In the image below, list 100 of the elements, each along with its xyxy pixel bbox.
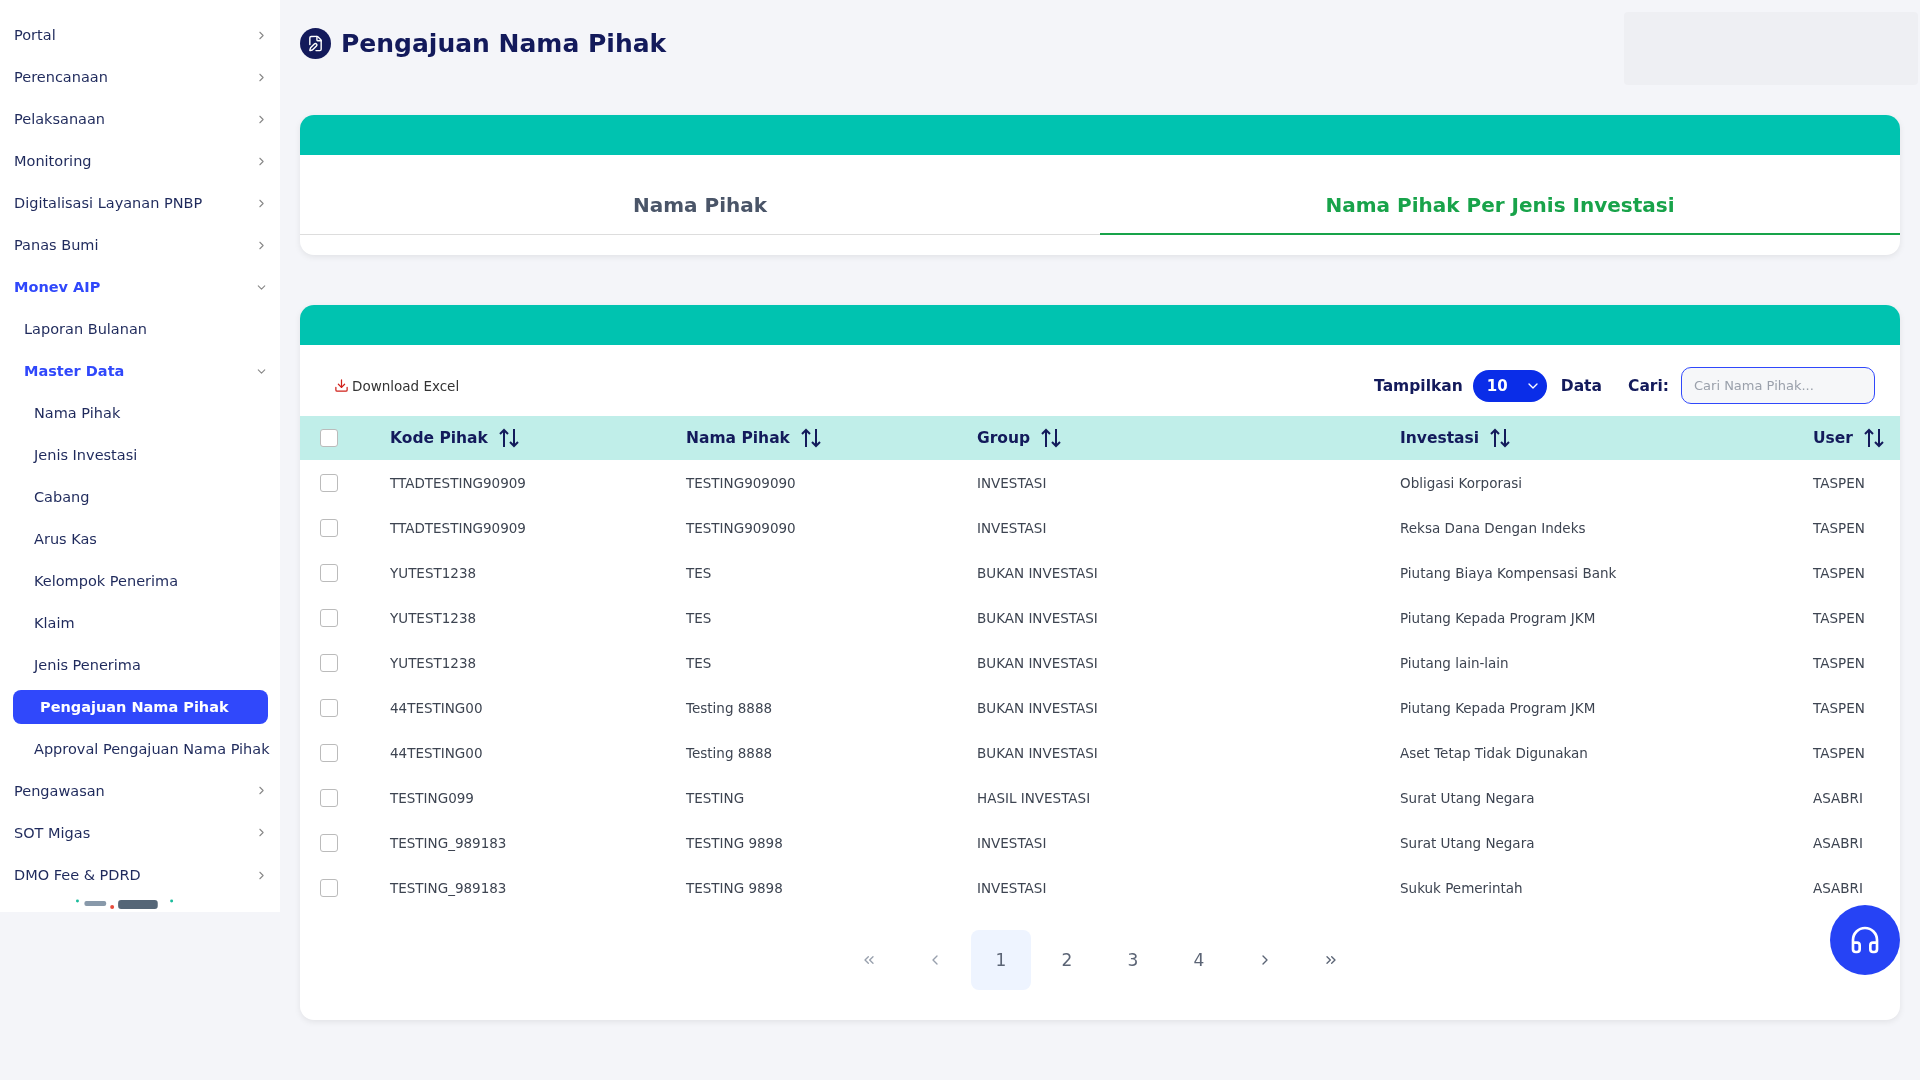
table-cell-text: YUTEST1238 bbox=[389, 609, 478, 626]
table-cell-text: TESTING bbox=[685, 789, 746, 806]
data-label: Data bbox=[1560, 376, 1602, 395]
column-header: Group bbox=[977, 429, 1031, 447]
table-cell-text: Piutang Kepada Program JKM bbox=[1399, 699, 1597, 716]
sidebar-item[interactable]: Panas Bumi bbox=[14, 224, 268, 267]
column-header: Investasi bbox=[1400, 429, 1480, 447]
edit-document-icon bbox=[300, 28, 331, 59]
table-cell-text: TES bbox=[685, 609, 713, 626]
sidebar-item[interactable]: Jenis Investasi bbox=[14, 434, 268, 477]
row-checkbox[interactable] bbox=[320, 518, 338, 537]
sidebar-item[interactable]: Cabang bbox=[14, 476, 268, 519]
page-button[interactable]: 1 bbox=[971, 930, 1031, 990]
headset-icon bbox=[1849, 924, 1881, 956]
sidebar-item[interactable]: Nama Pihak bbox=[14, 392, 268, 435]
row-checkbox[interactable] bbox=[320, 788, 338, 807]
tab[interactable]: Nama Pihak bbox=[300, 155, 1100, 235]
sidebar-item[interactable]: Pengawasan bbox=[14, 769, 268, 812]
sidebar-item[interactable]: Pelaksanaan bbox=[14, 98, 268, 141]
sidebar-item[interactable]: DMO Fee & PDRD bbox=[14, 854, 268, 896]
table-cell-text: TESTING 9898 bbox=[685, 834, 784, 851]
show-label: Tampilkan bbox=[1374, 376, 1463, 395]
table-cell-text: TASPEN bbox=[1812, 699, 1866, 716]
table-cell-text: INVESTASI bbox=[976, 519, 1048, 536]
download-excel-button[interactable]: Download Excel bbox=[334, 377, 460, 394]
table-cell-text: Aset Tetap Tidak Digunakan bbox=[1399, 744, 1589, 761]
table-cell-text: BUKAN INVESTASI bbox=[976, 609, 1099, 626]
table-cell-text: TTADTESTING90909 bbox=[389, 519, 527, 536]
table-cell-text: TESTING099 bbox=[389, 789, 475, 806]
table-cell-text: TASPEN bbox=[1812, 654, 1866, 671]
table-cell-text: TES bbox=[685, 654, 713, 671]
table-cell-text: Sukuk Pemerintah bbox=[1399, 879, 1524, 896]
table-cell-text: TASPEN bbox=[1812, 744, 1866, 761]
table-cell-text: HASIL INVESTASI bbox=[976, 789, 1092, 806]
table-cell-text: Testing 8888 bbox=[685, 699, 774, 716]
table-cell-text: TTADTESTING90909 bbox=[389, 474, 527, 491]
table-cell-text: BUKAN INVESTASI bbox=[976, 654, 1099, 671]
table-cell-text: TESTING_989183 bbox=[389, 879, 508, 896]
page-size-select[interactable]: 10 bbox=[1472, 369, 1547, 402]
sidebar-item[interactable]: Arus Kas bbox=[14, 518, 268, 561]
row-checkbox[interactable] bbox=[320, 653, 338, 672]
sidebar-item[interactable]: Pengajuan Nama Pihak bbox=[13, 690, 268, 724]
table-cell-text: Obligasi Korporasi bbox=[1399, 474, 1524, 491]
table-cell-text: TASPEN bbox=[1812, 519, 1866, 536]
sidebar-item[interactable]: Digitalisasi Layanan PNBP bbox=[14, 182, 268, 225]
table-cell-text: TES bbox=[685, 564, 713, 581]
row-checkbox[interactable] bbox=[320, 878, 338, 897]
table-cell-text: TESTING 9898 bbox=[685, 879, 784, 896]
table-cell-text: YUTEST1238 bbox=[389, 654, 478, 671]
sidebar-item[interactable]: Monev AIP bbox=[14, 266, 268, 309]
sidebar-item[interactable]: Perencanaan bbox=[14, 56, 268, 99]
row-checkbox[interactable] bbox=[320, 833, 338, 852]
row-checkbox[interactable] bbox=[320, 473, 338, 492]
table-cell-text: TASPEN bbox=[1812, 474, 1866, 491]
sidebar-item[interactable]: Kelompok Penerima bbox=[14, 560, 268, 603]
select-all-checkbox[interactable] bbox=[320, 429, 338, 447]
row-checkbox[interactable] bbox=[320, 698, 338, 717]
column-header: Nama Pihak bbox=[686, 429, 790, 447]
sidebar-item[interactable]: Klaim bbox=[14, 602, 268, 645]
column-header: Kode Pihak bbox=[390, 429, 488, 447]
table-cell-text: TASPEN bbox=[1812, 564, 1866, 581]
table-cell-text: BUKAN INVESTASI bbox=[976, 564, 1099, 581]
table-cell-text: 44TESTING00 bbox=[389, 699, 484, 716]
table-cell-text: 44TESTING00 bbox=[389, 744, 484, 761]
sidebar-item[interactable]: Monitoring bbox=[14, 140, 268, 183]
row-checkbox[interactable] bbox=[320, 563, 338, 582]
page-button[interactable]: 4 bbox=[1169, 930, 1229, 990]
row-checkbox[interactable] bbox=[320, 743, 338, 762]
sidebar-item[interactable]: Laporan Bulanan bbox=[14, 308, 268, 351]
table-cell-text: BUKAN INVESTASI bbox=[976, 699, 1099, 716]
download-icon bbox=[334, 378, 349, 393]
table-cell-text: TESTING_989183 bbox=[389, 834, 508, 851]
sidebar-item[interactable]: Master Data bbox=[14, 350, 268, 393]
table-cell-text: Surat Utang Negara bbox=[1399, 834, 1536, 851]
search-field[interactable]: Cari Nama Pihak... bbox=[1681, 367, 1875, 404]
sort-icon[interactable] bbox=[1862, 427, 1885, 449]
table-cell-text: BUKAN INVESTASI bbox=[976, 744, 1099, 761]
table-cell-text: TASPEN bbox=[1812, 609, 1866, 626]
sidebar-item[interactable]: Portal bbox=[14, 14, 268, 56]
sort-icon[interactable] bbox=[497, 427, 520, 449]
table-cell-text: INVESTASI bbox=[976, 879, 1048, 896]
table-cell-text: Surat Utang Negara bbox=[1399, 789, 1536, 806]
table-cell-text: ASABRI bbox=[1812, 879, 1864, 896]
sidebar-item[interactable]: Approval Pengajuan Nama Pihak bbox=[14, 727, 268, 770]
table-cell-text: Reksa Dana Dengan Indeks bbox=[1399, 519, 1587, 536]
page-title: Pengajuan Nama Pihak bbox=[341, 29, 667, 58]
sidebar-item[interactable]: SOT Migas bbox=[14, 812, 268, 854]
page-button[interactable]: 3 bbox=[1103, 930, 1163, 990]
sort-icon[interactable] bbox=[1040, 427, 1063, 449]
row-checkbox[interactable] bbox=[320, 608, 338, 627]
sort-icon[interactable] bbox=[1489, 427, 1512, 449]
table-cell-text: INVESTASI bbox=[976, 474, 1048, 491]
sort-icon[interactable] bbox=[799, 427, 822, 449]
table-cell-text: Piutang Kepada Program JKM bbox=[1399, 609, 1597, 626]
search-label: Cari: bbox=[1628, 376, 1669, 395]
table-cell-text: TESTING909090 bbox=[685, 519, 797, 536]
table-cell-text: TESTING909090 bbox=[685, 474, 797, 491]
sidebar-item[interactable]: Jenis Penerima bbox=[14, 644, 268, 687]
column-header: User bbox=[1813, 429, 1853, 447]
page-button[interactable]: 2 bbox=[1037, 930, 1097, 990]
